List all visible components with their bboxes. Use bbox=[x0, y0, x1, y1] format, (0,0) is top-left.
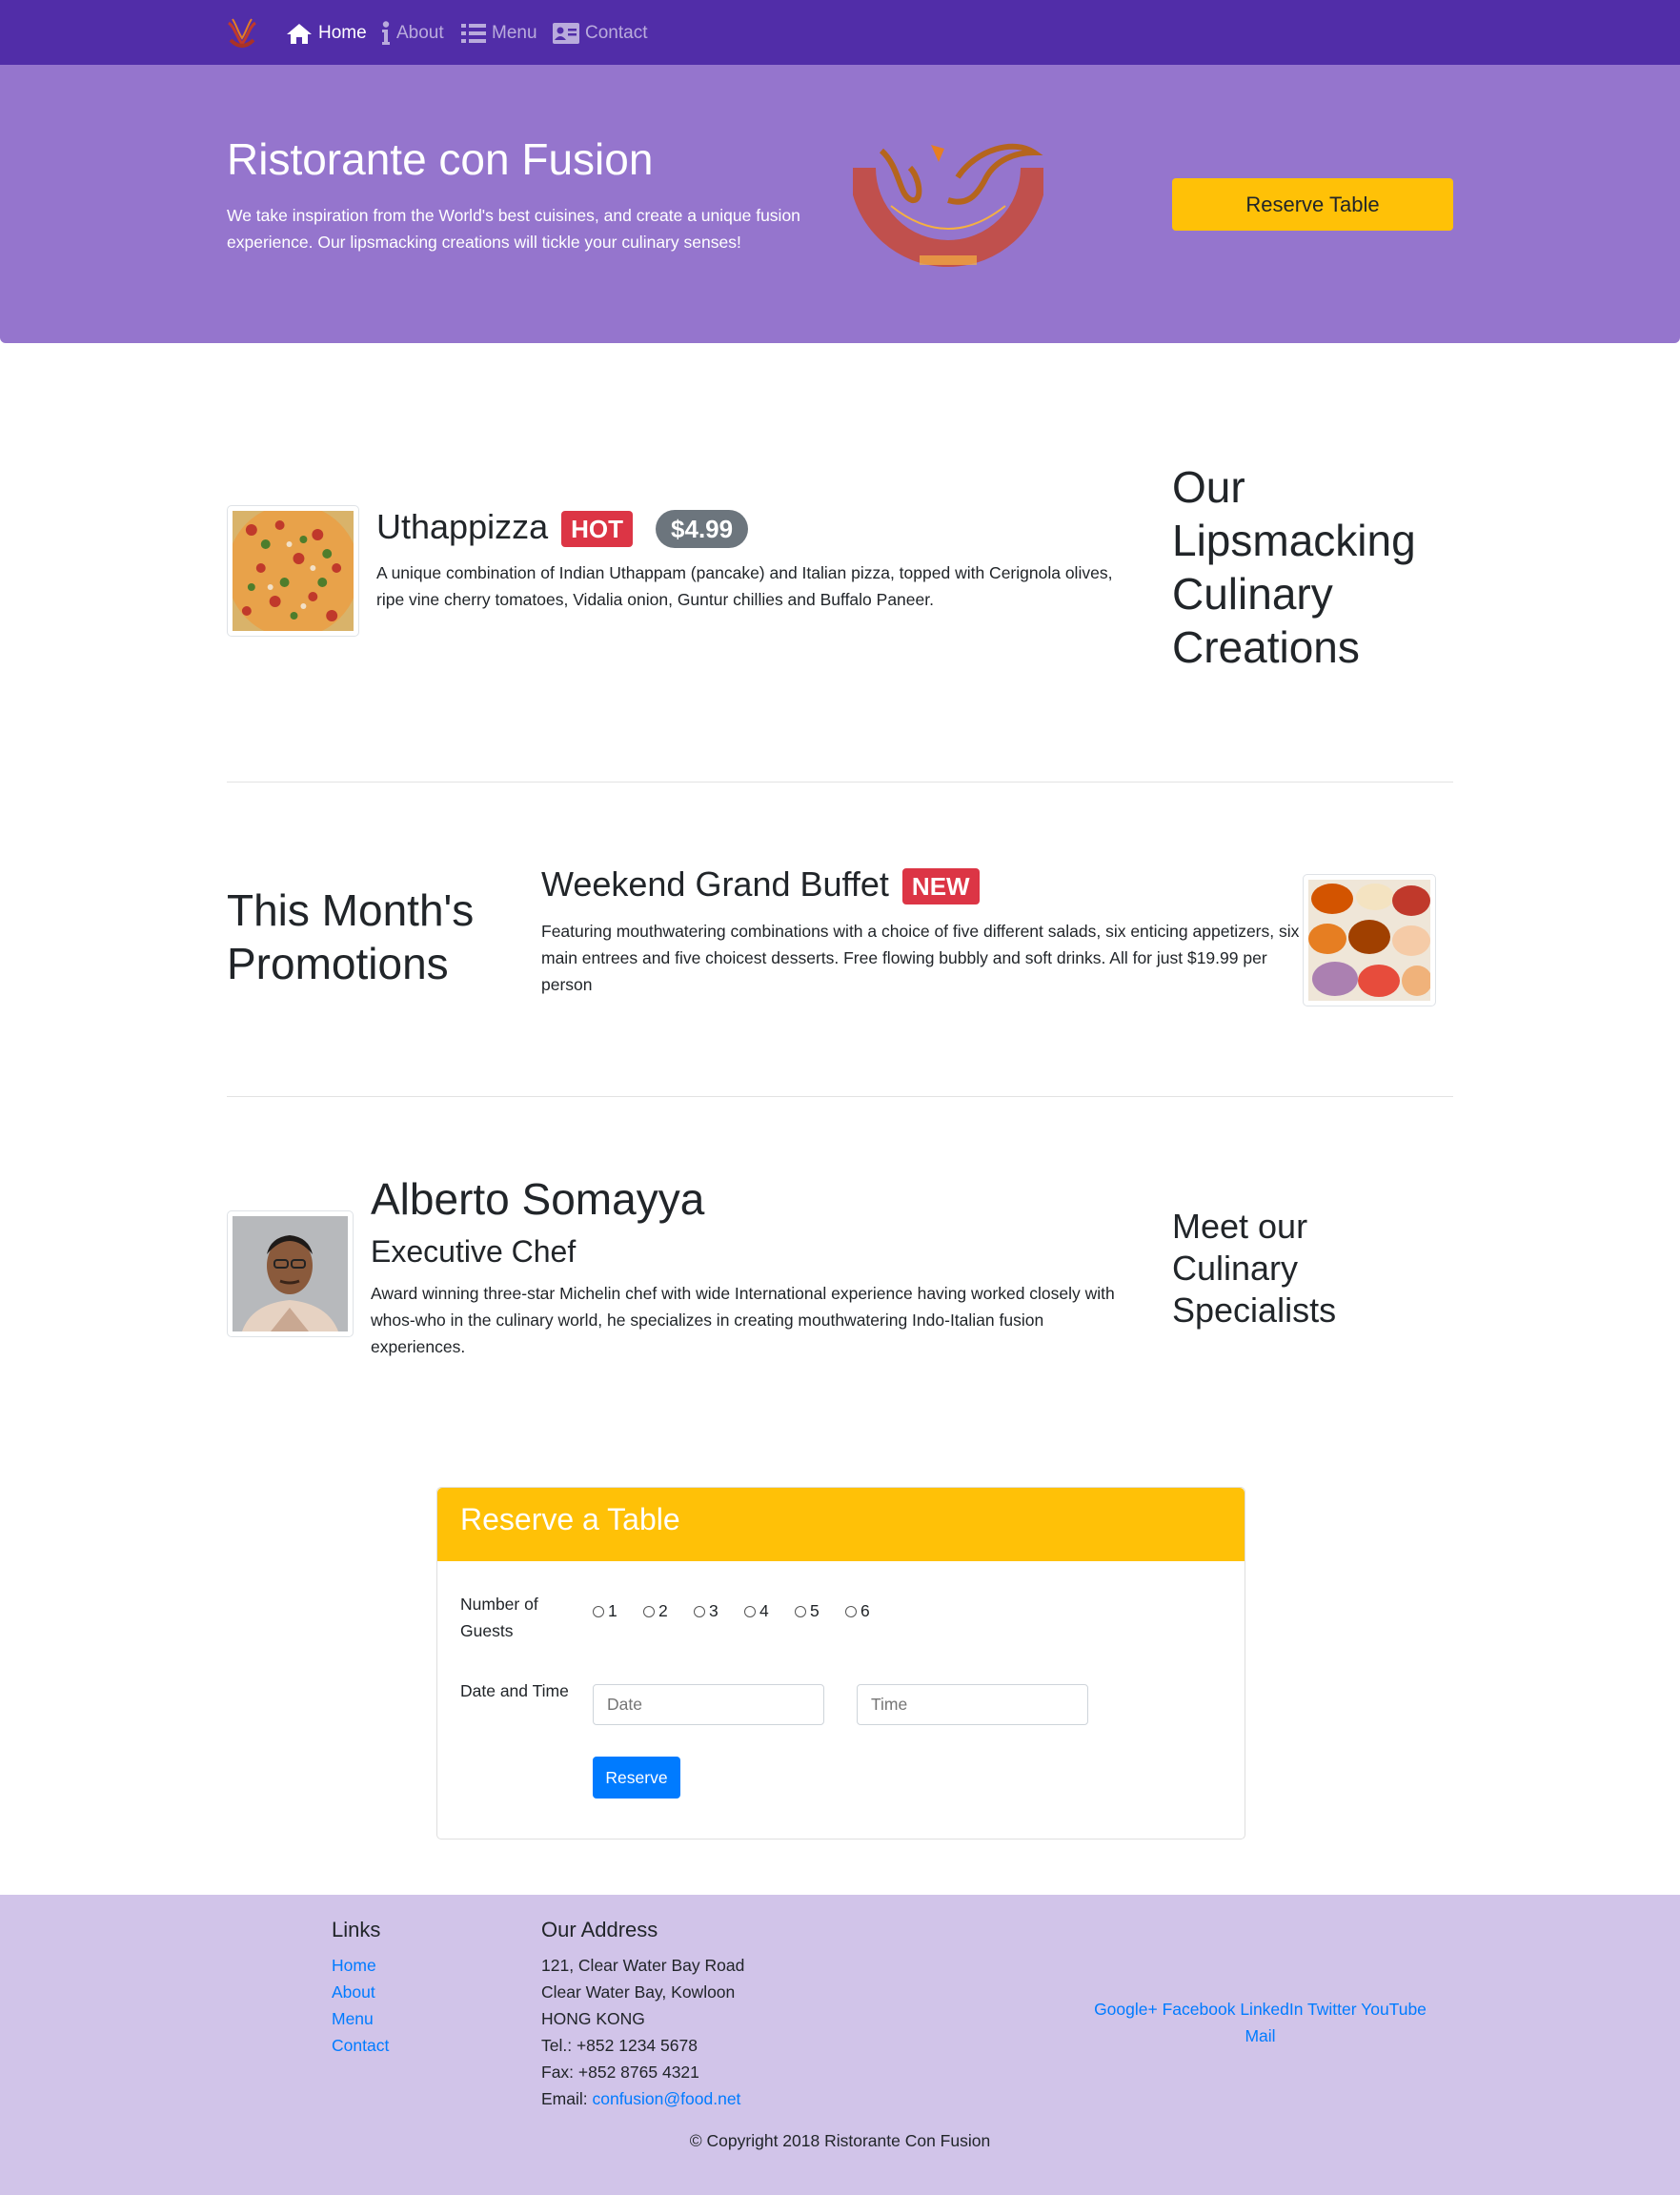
datetime-label: Date and Time bbox=[460, 1681, 569, 1700]
reserve-submit-button[interactable]: Reserve bbox=[593, 1757, 680, 1799]
price-badge: $4.99 bbox=[656, 510, 749, 549]
dish-heading: Uthappizza HOT $4.99 bbox=[376, 507, 749, 549]
phone-line: Tel.: +852 1234 5678 bbox=[541, 2036, 698, 2055]
nav-label-home: Home bbox=[318, 23, 367, 43]
promotion-description: Featuring mouthwatering combinations wit… bbox=[541, 922, 1300, 994]
footer-link-menu[interactable]: Menu bbox=[332, 2009, 374, 2029]
social-links: Google+ Facebook LinkedIn Twitter YouTub… bbox=[1048, 1996, 1472, 2049]
restaurant-tagline: We take inspiration from the World's bes… bbox=[227, 206, 800, 252]
chef-photo bbox=[227, 1210, 354, 1337]
nav-item-home[interactable]: Home bbox=[286, 19, 367, 48]
email-link[interactable]: confusion@food.net bbox=[592, 2089, 740, 2108]
nav-label-about: About bbox=[396, 23, 444, 43]
radio-circle[interactable] bbox=[694, 1605, 705, 1617]
restaurant-logo-icon bbox=[849, 139, 1047, 274]
chef-name: Alberto Somayya bbox=[371, 1174, 705, 1224]
guest-option-label: 1 bbox=[608, 1601, 617, 1620]
nav-label-contact: Contact bbox=[585, 23, 648, 43]
nav-item-menu[interactable]: Menu bbox=[461, 19, 537, 48]
guest-option-3[interactable]: 3 bbox=[694, 1601, 744, 1621]
guest-option-label: 2 bbox=[658, 1601, 668, 1620]
address-card-icon bbox=[553, 23, 579, 44]
hot-badge: HOT bbox=[561, 511, 634, 548]
email-line: Email: confusion@food.net bbox=[541, 2089, 740, 2109]
social-google-plus-link[interactable]: Google+ bbox=[1094, 2000, 1158, 2019]
brand-logo-icon[interactable] bbox=[225, 15, 259, 51]
promotions-section-heading: This Month's Promotions bbox=[227, 885, 475, 988]
guest-option-label: 5 bbox=[810, 1601, 820, 1620]
nav-item-about[interactable]: About bbox=[381, 19, 444, 48]
nav-item-contact[interactable]: Contact bbox=[553, 19, 647, 48]
guest-option-label: 6 bbox=[860, 1601, 870, 1620]
reservation-card: Reserve a Table Number of Guests 1 2 3 4… bbox=[436, 1487, 1245, 1839]
specialists-section-heading: Meet our Culinary Specialists bbox=[1172, 1207, 1337, 1330]
copyright-text: © Copyright 2018 Ristorante Con Fusion bbox=[689, 2131, 991, 2150]
list-icon bbox=[461, 24, 486, 43]
footer-link-about[interactable]: About bbox=[332, 1982, 375, 2002]
address-line: Clear Water Bay, Kowloon bbox=[541, 1982, 736, 2002]
guests-radio-group: 1 2 3 4 5 6 bbox=[593, 1601, 896, 1621]
social-mail-link[interactable]: Mail bbox=[1245, 2026, 1275, 2045]
restaurant-title: Ristorante con Fusion bbox=[227, 134, 654, 184]
radio-circle[interactable] bbox=[593, 1605, 604, 1617]
dishes-section-heading: Our Lipsmacking Culinary Creations bbox=[1172, 462, 1416, 672]
radio-circle[interactable] bbox=[643, 1605, 655, 1617]
social-linkedin-link[interactable]: LinkedIn bbox=[1240, 2000, 1303, 2019]
footer-link-home[interactable]: Home bbox=[332, 1956, 376, 1976]
promotion-image bbox=[1303, 874, 1436, 1006]
guest-option-6[interactable]: 6 bbox=[845, 1601, 896, 1621]
section-divider bbox=[227, 1096, 1453, 1097]
radio-circle[interactable] bbox=[845, 1605, 857, 1617]
social-facebook-link[interactable]: Facebook bbox=[1163, 2000, 1236, 2019]
promotion-heading: Weekend Grand Buffet NEW bbox=[541, 864, 980, 905]
reservation-card-header: Reserve a Table bbox=[437, 1488, 1245, 1561]
guests-label: Number of Guests bbox=[460, 1595, 538, 1640]
dish-image bbox=[227, 505, 359, 637]
chef-designation: Executive Chef bbox=[371, 1234, 577, 1269]
dish-name: Uthappizza bbox=[376, 507, 549, 546]
guest-option-5[interactable]: 5 bbox=[795, 1601, 845, 1621]
guest-option-label: 4 bbox=[759, 1601, 769, 1620]
footer-links-heading: Links bbox=[332, 1918, 381, 1941]
dish-description: A unique combination of Indian Uthappam … bbox=[376, 563, 1113, 609]
radio-circle[interactable] bbox=[795, 1605, 806, 1617]
promotion-name: Weekend Grand Buffet bbox=[541, 864, 889, 904]
social-youtube-link[interactable]: YouTube bbox=[1361, 2000, 1427, 2019]
reserve-table-button[interactable]: Reserve Table bbox=[1172, 178, 1453, 231]
guest-option-1[interactable]: 1 bbox=[593, 1601, 643, 1621]
nav-label-menu: Menu bbox=[492, 23, 537, 43]
email-label: Email: bbox=[541, 2089, 593, 2108]
date-input[interactable] bbox=[593, 1684, 824, 1725]
address-line: HONG KONG bbox=[541, 2009, 645, 2028]
social-twitter-link[interactable]: Twitter bbox=[1307, 2000, 1357, 2019]
footer-address-heading: Our Address bbox=[541, 1918, 658, 1941]
radio-circle[interactable] bbox=[744, 1605, 756, 1617]
address-line: 121, Clear Water Bay Road bbox=[541, 1956, 745, 1975]
navbar: Home About Menu Contact bbox=[0, 0, 1680, 65]
footer-link-contact[interactable]: Contact bbox=[332, 2036, 389, 2056]
guest-option-4[interactable]: 4 bbox=[744, 1601, 795, 1621]
fax-line: Fax: +852 8765 4321 bbox=[541, 2063, 699, 2082]
info-icon bbox=[382, 21, 390, 45]
guest-option-label: 3 bbox=[709, 1601, 719, 1620]
guest-option-2[interactable]: 2 bbox=[643, 1601, 694, 1621]
new-badge: NEW bbox=[901, 868, 980, 905]
reservation-title: Reserve a Table bbox=[460, 1502, 680, 1536]
chef-description: Award winning three-star Michelin chef w… bbox=[371, 1284, 1115, 1356]
time-input[interactable] bbox=[857, 1684, 1088, 1725]
home-icon bbox=[287, 24, 312, 44]
